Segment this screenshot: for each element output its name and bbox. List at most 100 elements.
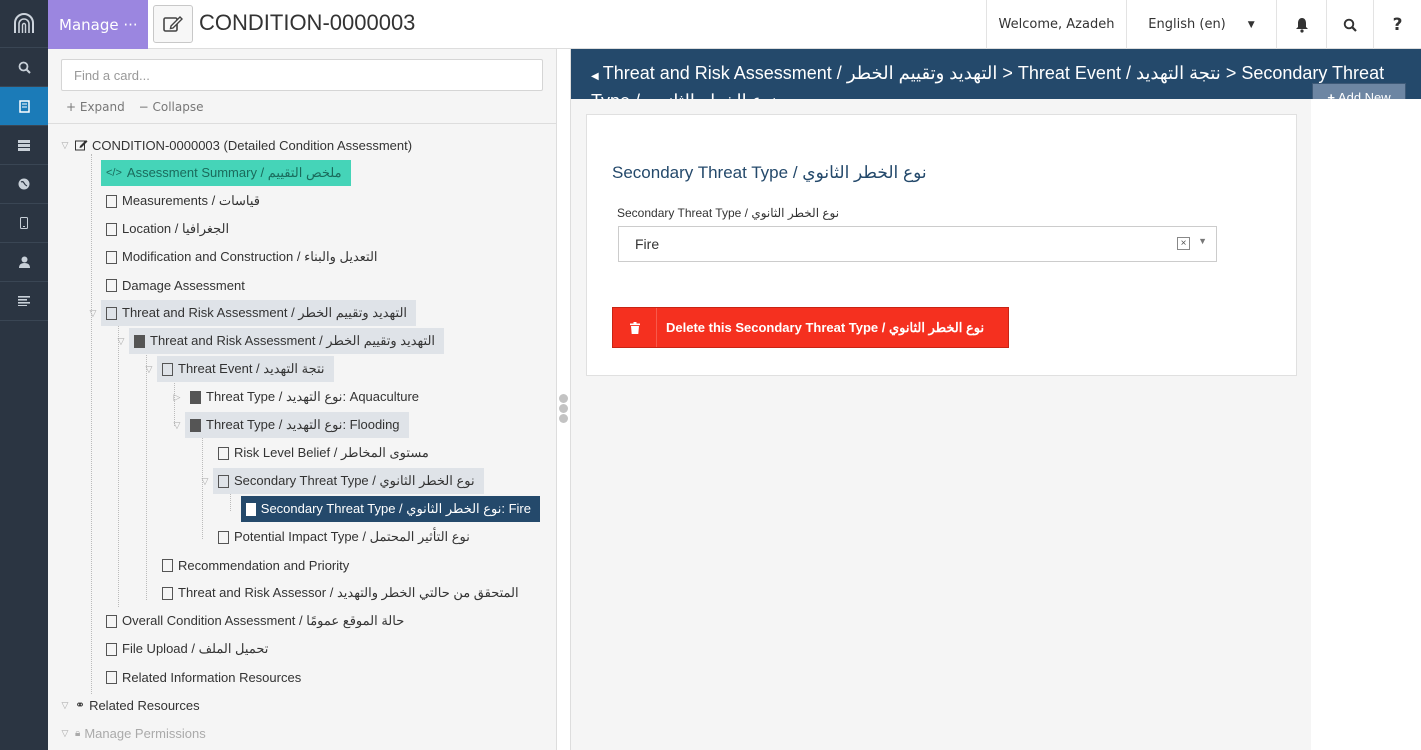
book-icon[interactable] bbox=[0, 87, 48, 126]
tree-node-recommendation[interactable]: Recommendation and Priority bbox=[157, 552, 358, 578]
collapse-toggle-icon[interactable]: ▽ bbox=[116, 336, 126, 347]
welcome-user-button[interactable]: Welcome, Azadeh bbox=[986, 0, 1126, 49]
tree-node-label: Related Resources bbox=[89, 697, 200, 713]
expand-button[interactable]: + Expand bbox=[66, 100, 125, 114]
card-editor-panel: ◀ Threat and Risk Assessment / التهديد وت… bbox=[571, 49, 1421, 750]
tree-node-label: CONDITION-0000003 (Detailed Condition As… bbox=[92, 137, 413, 153]
collapse-toggle-icon[interactable]: ▽ bbox=[172, 420, 182, 431]
code-icon: </> bbox=[106, 167, 122, 179]
file-icon bbox=[106, 278, 117, 292]
file-icon bbox=[134, 334, 145, 348]
file-icon bbox=[106, 194, 117, 208]
tree-node-location[interactable]: Location / الجغرافيا bbox=[101, 216, 238, 242]
select-value: Fire bbox=[635, 236, 660, 252]
tree-node-related-resources[interactable]: ▽ ⚭ Related Resources bbox=[60, 692, 209, 718]
mobile-icon[interactable] bbox=[0, 204, 48, 243]
delete-button[interactable]: Delete this Secondary Threat Type / نوع … bbox=[612, 307, 1009, 348]
tree-node-label: Assessment Summary / ملخص التقييم bbox=[126, 165, 342, 180]
language-label: English (en) bbox=[1148, 17, 1226, 32]
tree-node-secondary-threat-fire[interactable]: Secondary Threat Type / نوع الخطر الثانو… bbox=[241, 496, 540, 522]
tree-node-related-info[interactable]: Related Information Resources bbox=[101, 664, 310, 690]
collapse-toggle-icon[interactable]: ▽ bbox=[88, 308, 98, 319]
collapse-toggle-icon[interactable]: ▽ bbox=[200, 476, 210, 487]
logo-icon[interactable] bbox=[0, 0, 48, 48]
file-icon bbox=[106, 642, 117, 656]
welcome-text: Welcome, Azadeh bbox=[998, 17, 1115, 32]
find-card-input[interactable] bbox=[61, 59, 543, 91]
tree-node-condition[interactable]: ▽ CONDITION-0000003 (Detailed Condition … bbox=[60, 132, 421, 158]
collapse-label: Collapse bbox=[152, 100, 204, 114]
card-form: Secondary Threat Type / نوع الخطر الثانو… bbox=[586, 114, 1297, 376]
search-button[interactable] bbox=[1326, 0, 1373, 49]
expand-toggle-icon[interactable]: ▷ bbox=[172, 392, 182, 403]
lock-icon: 🔒︎ bbox=[75, 727, 81, 739]
tree-node-label: Manage Permissions bbox=[84, 725, 206, 741]
clear-icon[interactable]: × bbox=[1177, 237, 1190, 250]
expand-toggle-icon[interactable]: ▽ bbox=[60, 700, 70, 711]
file-icon bbox=[190, 418, 201, 432]
tree-node-file-upload[interactable]: File Upload / تحميل الملف bbox=[101, 636, 277, 662]
caret-left-icon[interactable]: ◀ bbox=[591, 71, 599, 82]
chevron-down-icon: ▼ bbox=[1247, 19, 1255, 30]
collapse-button[interactable]: − Collapse bbox=[139, 100, 204, 114]
search-icon bbox=[1343, 18, 1357, 32]
user-icon[interactable] bbox=[0, 243, 48, 282]
file-icon bbox=[218, 474, 229, 488]
tree-node-potential-impact[interactable]: Potential Impact Type / نوع التأثير المح… bbox=[213, 524, 479, 550]
tree-node-threat-risk[interactable]: ▽ Threat and Risk Assessment / التهديد و… bbox=[88, 300, 417, 326]
tree-node-modification[interactable]: Modification and Construction / التعديل … bbox=[101, 244, 387, 270]
secondary-threat-type-select[interactable]: Fire × ▼ bbox=[618, 226, 1217, 262]
tree-node-overall-condition[interactable]: Overall Condition Assessment / حالة المو… bbox=[101, 608, 413, 634]
bell-icon bbox=[1295, 17, 1308, 33]
breadcrumb-text[interactable]: Threat and Risk Assessment / التهديد وتق… bbox=[591, 63, 1384, 99]
file-icon bbox=[106, 222, 117, 236]
tree-node-label: Secondary Threat Type / نوع الخطر الثانو… bbox=[260, 501, 531, 516]
tree-node-threat-type-aquaculture[interactable]: ▷ Threat Type / نوع التهديد: Aquaculture bbox=[172, 384, 428, 410]
manage-menu-button[interactable]: Manage ··· bbox=[48, 0, 148, 49]
edit-icon[interactable] bbox=[153, 5, 193, 43]
tree-node-manage-permissions[interactable]: ▽ 🔒︎ Manage Permissions bbox=[60, 720, 215, 746]
search-icon[interactable] bbox=[0, 48, 48, 87]
tree-node-label: Threat Type / نوع التهديد: Flooding bbox=[206, 417, 400, 432]
panel-splitter[interactable] bbox=[557, 49, 571, 750]
expand-toggle-icon[interactable]: ▽ bbox=[60, 728, 70, 739]
notifications-button[interactable] bbox=[1276, 0, 1326, 49]
tree-node-secondary-threat[interactable]: ▽ Secondary Threat Type / نوع الخطر الثا… bbox=[200, 468, 484, 494]
file-icon bbox=[106, 250, 117, 264]
tree-node-label: Measurements / قياسات bbox=[122, 193, 261, 208]
language-dropdown[interactable]: English (en) ▼ bbox=[1126, 0, 1276, 49]
icon-rail bbox=[0, 0, 48, 750]
trash-icon bbox=[613, 308, 657, 347]
globe-icon[interactable] bbox=[0, 165, 48, 204]
field-label: Secondary Threat Type / نوع الخطر الثانو… bbox=[617, 206, 840, 220]
chevron-down-icon[interactable]: ▼ bbox=[1198, 236, 1207, 246]
tree-connector bbox=[146, 350, 147, 600]
tree-node-damage-assessment[interactable]: Damage Assessment bbox=[101, 272, 254, 298]
drag-handle-dot bbox=[559, 394, 568, 403]
tree-node-threat-risk-child[interactable]: ▽ Threat and Risk Assessment / التهديد و… bbox=[116, 328, 445, 354]
tree-node-measurements[interactable]: Measurements / قياسات bbox=[101, 188, 269, 214]
tree-node-label: Risk Level Belief / مستوى المخاطر bbox=[234, 445, 429, 460]
help-button[interactable]: ? bbox=[1373, 0, 1421, 49]
list-icon[interactable] bbox=[0, 126, 48, 165]
file-icon bbox=[162, 558, 173, 572]
collapse-toggle-icon[interactable]: ▽ bbox=[60, 140, 70, 151]
tree-connector bbox=[91, 154, 92, 694]
tree-node-assessment-summary[interactable]: </> Assessment Summary / ملخص التقييم bbox=[101, 160, 351, 186]
collapse-toggle-icon[interactable]: ▽ bbox=[144, 364, 154, 375]
file-icon bbox=[190, 390, 201, 404]
file-icon bbox=[162, 586, 173, 600]
tree-node-label: Damage Assessment bbox=[122, 277, 245, 293]
delete-label: Delete this Secondary Threat Type / نوع … bbox=[666, 319, 985, 335]
expand-label: Expand bbox=[79, 100, 125, 114]
menu-icon[interactable] bbox=[0, 282, 48, 321]
tree-node-assessor[interactable]: Threat and Risk Assessor / المتحقق من حا… bbox=[157, 580, 528, 606]
card-title: Secondary Threat Type / نوع الخطر الثانو… bbox=[612, 163, 927, 182]
card-tree-panel: + Expand − Collapse ▽ CONDITION-0000003 … bbox=[48, 49, 557, 750]
tree-node-label: Related Information Resources bbox=[122, 669, 302, 685]
tree-node-risk-level[interactable]: Risk Level Belief / مستوى المخاطر bbox=[213, 440, 438, 466]
tree-node-threat-event[interactable]: ▽ Threat Event / نتجة التهديد bbox=[144, 356, 334, 382]
drag-handle-dot bbox=[559, 414, 568, 423]
tree-node-label: File Upload / تحميل الملف bbox=[122, 641, 269, 656]
tree-node-threat-type-flooding[interactable]: ▽ Threat Type / نوع التهديد: Flooding bbox=[172, 412, 409, 438]
